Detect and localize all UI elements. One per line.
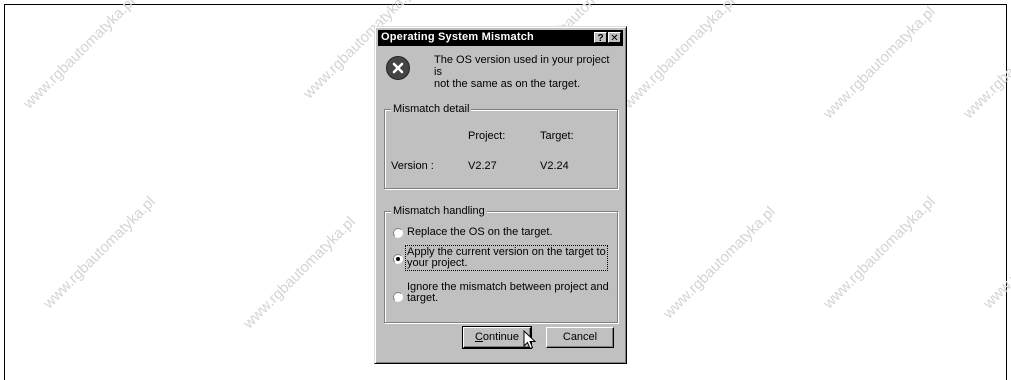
title-bar[interactable]: Operating System Mismatch ? ✕ [378, 30, 623, 46]
mismatch-handling-group: Mismatch handling Replace the OS on the … [384, 205, 618, 323]
radio-selected-dot [396, 257, 400, 261]
error-icon [386, 56, 410, 80]
close-button[interactable]: ✕ [608, 32, 621, 44]
dialog-title: Operating System Mismatch [381, 31, 534, 43]
project-version: V2.27 [468, 160, 497, 172]
radio-ignore[interactable] [393, 292, 403, 302]
continue-button[interactable]: Continue [462, 326, 532, 349]
message-line-2: not the same as on the target. [434, 78, 581, 90]
mouse-cursor-icon [523, 330, 537, 350]
help-button[interactable]: ? [594, 32, 607, 44]
cancel-button[interactable]: Cancel [546, 327, 614, 348]
option-ignore-line-2: target. [407, 292, 439, 304]
mismatch-handling-legend: Mismatch handling [391, 205, 487, 217]
continue-accelerator: C [474, 331, 483, 343]
project-header: Project: [468, 130, 506, 142]
message-line-1: The OS version used in your project is [434, 54, 610, 78]
target-version: V2.24 [540, 160, 569, 172]
message-text: The OS version used in your project is n… [434, 54, 614, 90]
os-mismatch-dialog: Operating System Mismatch ? ✕ The OS ver… [374, 26, 627, 364]
mismatch-detail-group: Mismatch detail Project: Target: Version… [384, 103, 618, 189]
option-ignore-label: Ignore the mismatch between project and … [407, 282, 609, 304]
option-apply-line-2: your project. [407, 257, 468, 269]
option-apply-label: Apply the current version on the target … [405, 245, 608, 271]
version-label: Version : [391, 160, 434, 172]
continue-label: ontinue [482, 331, 520, 343]
target-header: Target: [540, 130, 574, 142]
radio-replace-os[interactable] [393, 228, 403, 238]
option-replace-label: Replace the OS on the target. [407, 226, 553, 238]
radio-apply-version[interactable] [393, 254, 403, 264]
mismatch-detail-legend: Mismatch detail [391, 103, 472, 115]
